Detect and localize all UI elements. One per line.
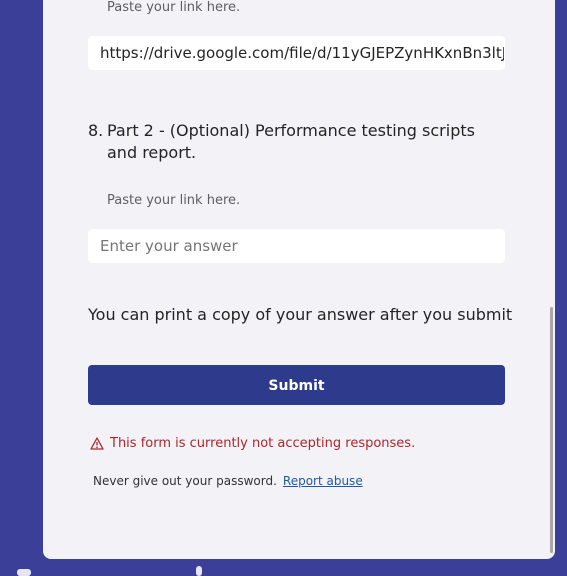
not-accepting-warning: This form is currently not accepting res… [90,436,415,451]
question-title: Part 2 - (Optional) Performance testing … [107,121,475,162]
report-abuse-link[interactable]: Report abuse [283,474,363,488]
warning-triangle-icon [90,437,104,450]
form-card: Paste your link here. https://drive.goog… [43,0,555,559]
print-copy-note: You can print a copy of your answer afte… [88,305,513,324]
warning-text: This form is currently not accepting res… [110,436,416,451]
question-8-hint: Paste your link here. [107,193,241,208]
question-number: 8. [88,121,104,140]
scrollbar-thumb[interactable] [550,307,553,553]
scrollbar[interactable] [549,0,555,559]
question-8: 8. Part 2 - (Optional) Performance testi… [88,120,508,164]
previous-question-hint: Paste your link here. [107,0,241,15]
submit-button[interactable]: Submit [88,365,505,405]
previous-answer-field[interactable]: https://drive.google.com/file/d/11yGJEPZ… [88,36,505,70]
question-8-answer-input[interactable] [88,229,505,263]
background-decoration-left [17,569,31,576]
footer: Never give out your password. Report abus… [93,474,363,488]
background-decoration-right [196,566,202,576]
password-warning-text: Never give out your password. [93,474,277,488]
